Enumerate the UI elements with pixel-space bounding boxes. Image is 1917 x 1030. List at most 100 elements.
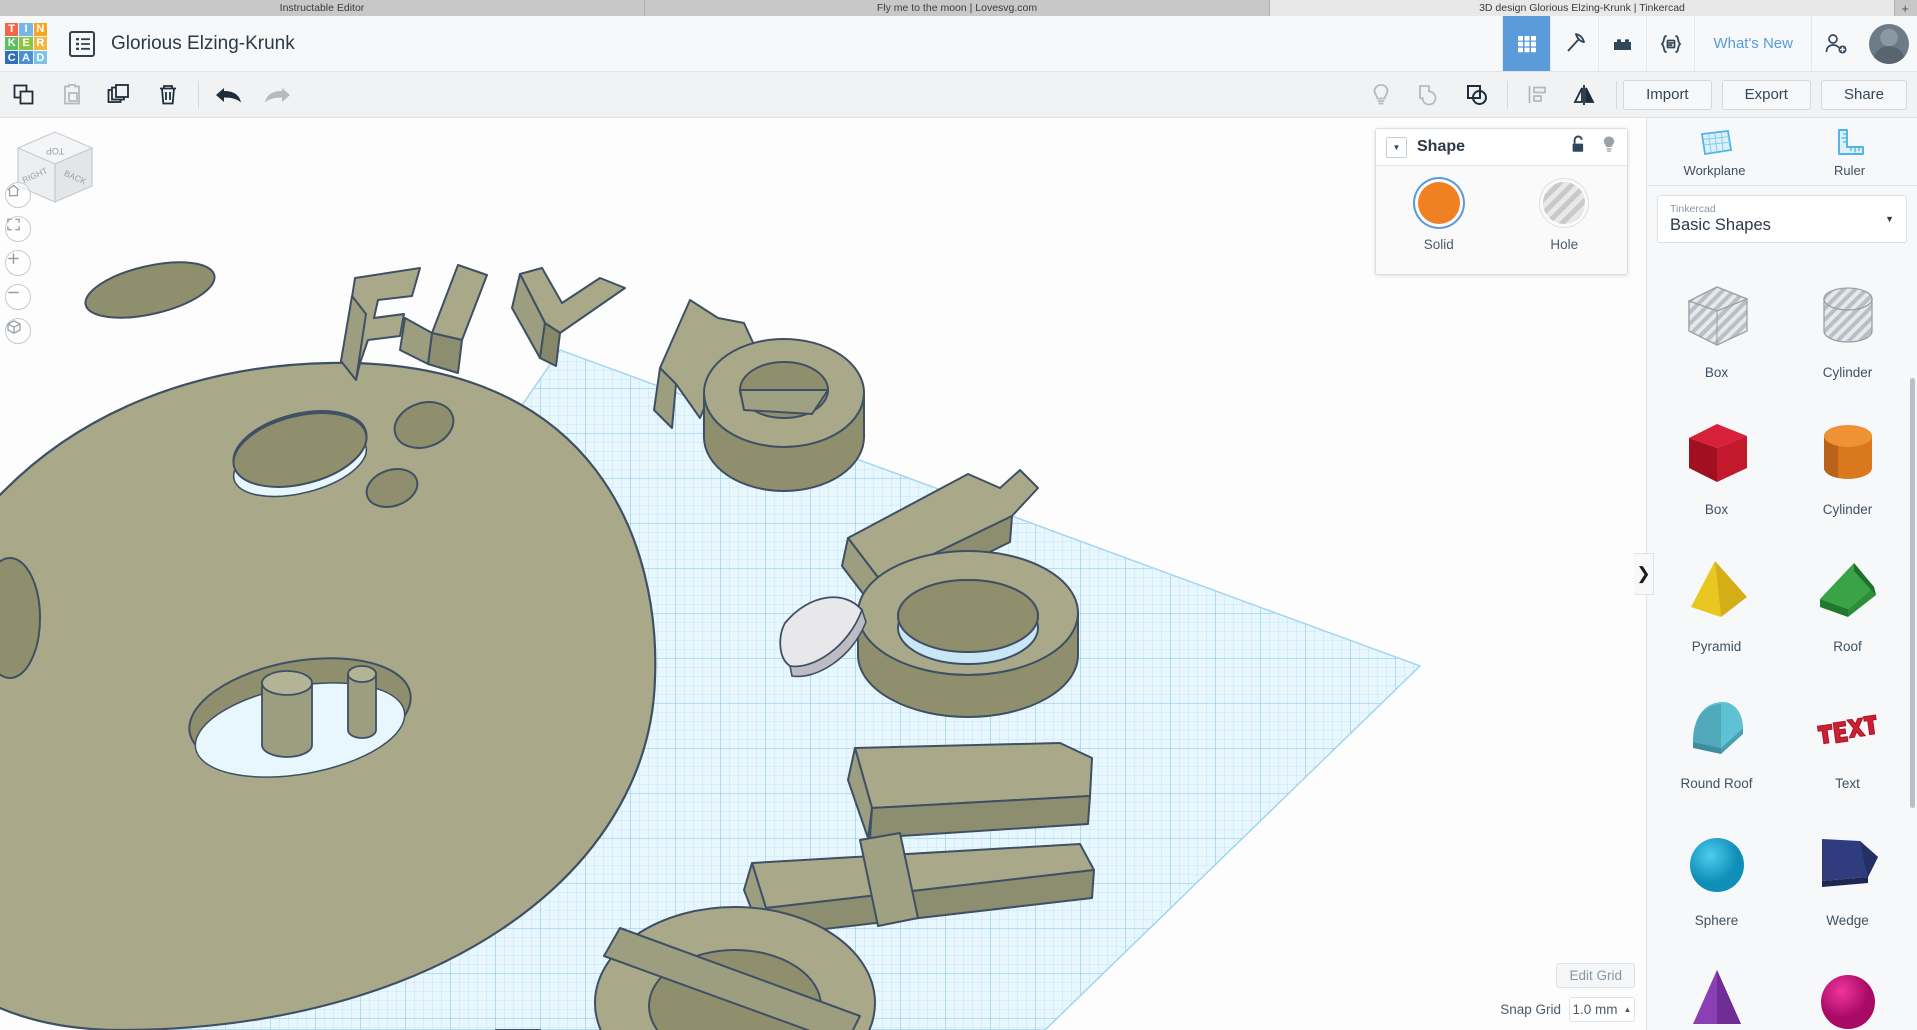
grid-icon[interactable] bbox=[1502, 16, 1551, 71]
zoom-in-button[interactable] bbox=[5, 250, 31, 276]
delete-button[interactable] bbox=[144, 72, 192, 117]
logo-letter: R bbox=[33, 36, 47, 51]
copy-button[interactable] bbox=[0, 72, 48, 117]
shape-item-pyramid[interactable]: Pyramid bbox=[1651, 532, 1782, 669]
shape-item-box[interactable]: Box bbox=[1651, 395, 1782, 532]
logo-letter: C bbox=[5, 51, 19, 65]
round-roof-icon bbox=[1677, 684, 1757, 772]
share-button[interactable]: Share bbox=[1820, 79, 1907, 110]
browser-tab-active[interactable]: 3D design Glorious Elzing-Krunk | Tinker… bbox=[1270, 0, 1895, 16]
shape-name: Wedge bbox=[1826, 913, 1869, 928]
browser-tab-strip: Instructable Editor Fly me to the moon |… bbox=[0, 0, 1917, 16]
logo-letter: I bbox=[19, 22, 33, 36]
shape-item-wedge[interactable]: Wedge bbox=[1782, 806, 1913, 943]
duplicate-button[interactable] bbox=[96, 72, 144, 117]
grid-controls: Edit Grid Snap Grid 1.0 mm ▲ bbox=[1500, 963, 1635, 1022]
caret-up-icon: ▲ bbox=[1623, 1005, 1632, 1014]
browser-tab[interactable]: Instructable Editor bbox=[0, 0, 645, 16]
edit-actions bbox=[0, 72, 192, 117]
edit-grid-button[interactable]: Edit Grid bbox=[1556, 963, 1635, 988]
unlock-icon[interactable] bbox=[1570, 135, 1587, 159]
hole-option[interactable]: Hole bbox=[1502, 182, 1628, 252]
shape-library-dropdown[interactable]: Tinkercad Basic Shapes ▼ bbox=[1657, 195, 1907, 243]
sphere-icon bbox=[1677, 821, 1757, 909]
sidebar-scrollbar[interactable] bbox=[1910, 378, 1915, 808]
toolbar-divider bbox=[1507, 80, 1509, 109]
shape-item-box-hole[interactable]: Box bbox=[1651, 258, 1782, 395]
redo-button bbox=[253, 72, 301, 117]
letter-e bbox=[703, 338, 865, 492]
shape-panel-title: Shape bbox=[1417, 138, 1466, 155]
import-button[interactable]: Import bbox=[1623, 79, 1712, 110]
arrange-actions bbox=[1514, 72, 1610, 117]
shape-item-sphere-2[interactable]: Sphere bbox=[1782, 943, 1913, 1030]
mirror-button[interactable] bbox=[1562, 72, 1610, 117]
workplane-tool[interactable]: Workplane bbox=[1647, 118, 1782, 185]
shape-item-round-roof[interactable]: Round Roof bbox=[1651, 669, 1782, 806]
shape-item-sphere[interactable]: Sphere bbox=[1651, 806, 1782, 943]
shape-name: Roof bbox=[1833, 639, 1862, 654]
export-button[interactable]: Export bbox=[1721, 79, 1811, 110]
shape-item-roof[interactable]: Roof bbox=[1782, 532, 1913, 669]
ungroup-button[interactable] bbox=[1453, 72, 1501, 117]
browser-tab[interactable]: Fly me to the moon | Lovesvg.com bbox=[645, 0, 1270, 16]
shape-name: Cylinder bbox=[1822, 365, 1873, 380]
list-panel-icon[interactable] bbox=[69, 30, 95, 57]
tab-strip-filler: + bbox=[1895, 0, 1917, 16]
codeblocks-icon[interactable] bbox=[1646, 16, 1694, 71]
hole-label: Hole bbox=[1550, 237, 1579, 252]
undo-button[interactable] bbox=[205, 72, 253, 117]
toolbar-divider bbox=[198, 80, 199, 109]
shape-item-cylinder-hole[interactable]: Cylinder bbox=[1782, 258, 1913, 395]
logo-letter: E bbox=[19, 36, 33, 51]
fit-to-view-button[interactable] bbox=[5, 216, 31, 242]
shape-item-cone[interactable]: Cone bbox=[1651, 943, 1782, 1030]
shape-name: Box bbox=[1704, 365, 1729, 380]
sidebar-collapse-handle[interactable]: ❯ bbox=[1634, 553, 1654, 595]
cylinder-hole-icon bbox=[1808, 273, 1888, 361]
cylinder-icon bbox=[1808, 410, 1888, 498]
shape-name: Text bbox=[1835, 776, 1860, 791]
blocks-icon[interactable] bbox=[1598, 16, 1646, 71]
paste-button bbox=[48, 72, 96, 117]
lightbulb-icon[interactable] bbox=[1601, 135, 1617, 159]
lightbulb-button bbox=[1357, 72, 1405, 117]
ruler-tool[interactable]: Ruler bbox=[1782, 118, 1917, 185]
shape-panel-icons bbox=[1570, 135, 1617, 159]
sphere-icon bbox=[1808, 958, 1888, 1030]
shape-name: Pyramid bbox=[1691, 639, 1742, 654]
pickaxe-icon[interactable] bbox=[1550, 16, 1598, 71]
tinkercad-app: Instructable Editor Fly me to the moon |… bbox=[0, 0, 1917, 1030]
page-title: Glorious Elzing-Krunk bbox=[111, 32, 295, 54]
ruler-icon bbox=[1837, 128, 1864, 155]
sidebar-tools: Workplane Ruler bbox=[1647, 118, 1917, 186]
shape-inspector-panel: ▼ Shape Solid Hole bbox=[1375, 128, 1628, 275]
new-tab-button[interactable]: + bbox=[1901, 1, 1917, 16]
orthographic-toggle-button[interactable] bbox=[5, 318, 31, 344]
whats-new-link[interactable]: What's New bbox=[1694, 16, 1811, 71]
chevron-down-icon[interactable]: ▼ bbox=[1386, 136, 1407, 158]
shapes-sidebar: Workplane Ruler Tinkercad Basic Shapes ▼ bbox=[1646, 118, 1917, 1030]
shape-name: Round Roof bbox=[1680, 776, 1753, 791]
shape-item-cylinder[interactable]: Cylinder bbox=[1782, 395, 1913, 532]
snap-grid-select[interactable]: 1.0 mm ▲ bbox=[1569, 997, 1635, 1022]
solid-option[interactable]: Solid bbox=[1376, 182, 1502, 252]
box-icon bbox=[1677, 410, 1757, 498]
edit-toolbar: Import Export Share bbox=[0, 72, 1917, 118]
avatar[interactable] bbox=[1869, 23, 1909, 64]
box-hole-icon bbox=[1677, 273, 1757, 361]
align-button bbox=[1514, 72, 1562, 117]
tinkercad-logo[interactable]: T I N K E R C A D bbox=[5, 22, 47, 65]
letter-o bbox=[857, 550, 1079, 718]
home-view-button[interactable] bbox=[5, 182, 31, 208]
shape-item-text[interactable]: Text bbox=[1782, 669, 1913, 806]
snap-grid-label: Snap Grid bbox=[1500, 1002, 1561, 1017]
pyramid-icon bbox=[1677, 547, 1757, 635]
zoom-out-button[interactable] bbox=[5, 284, 31, 310]
cone-icon bbox=[1677, 958, 1757, 1030]
viewcube-top-label: TOP bbox=[46, 146, 64, 156]
add-user-icon[interactable] bbox=[1811, 16, 1859, 71]
shape-name: Cylinder bbox=[1822, 502, 1873, 517]
shape-panel-body: Solid Hole bbox=[1376, 166, 1627, 274]
workplane-icon bbox=[1700, 129, 1732, 155]
